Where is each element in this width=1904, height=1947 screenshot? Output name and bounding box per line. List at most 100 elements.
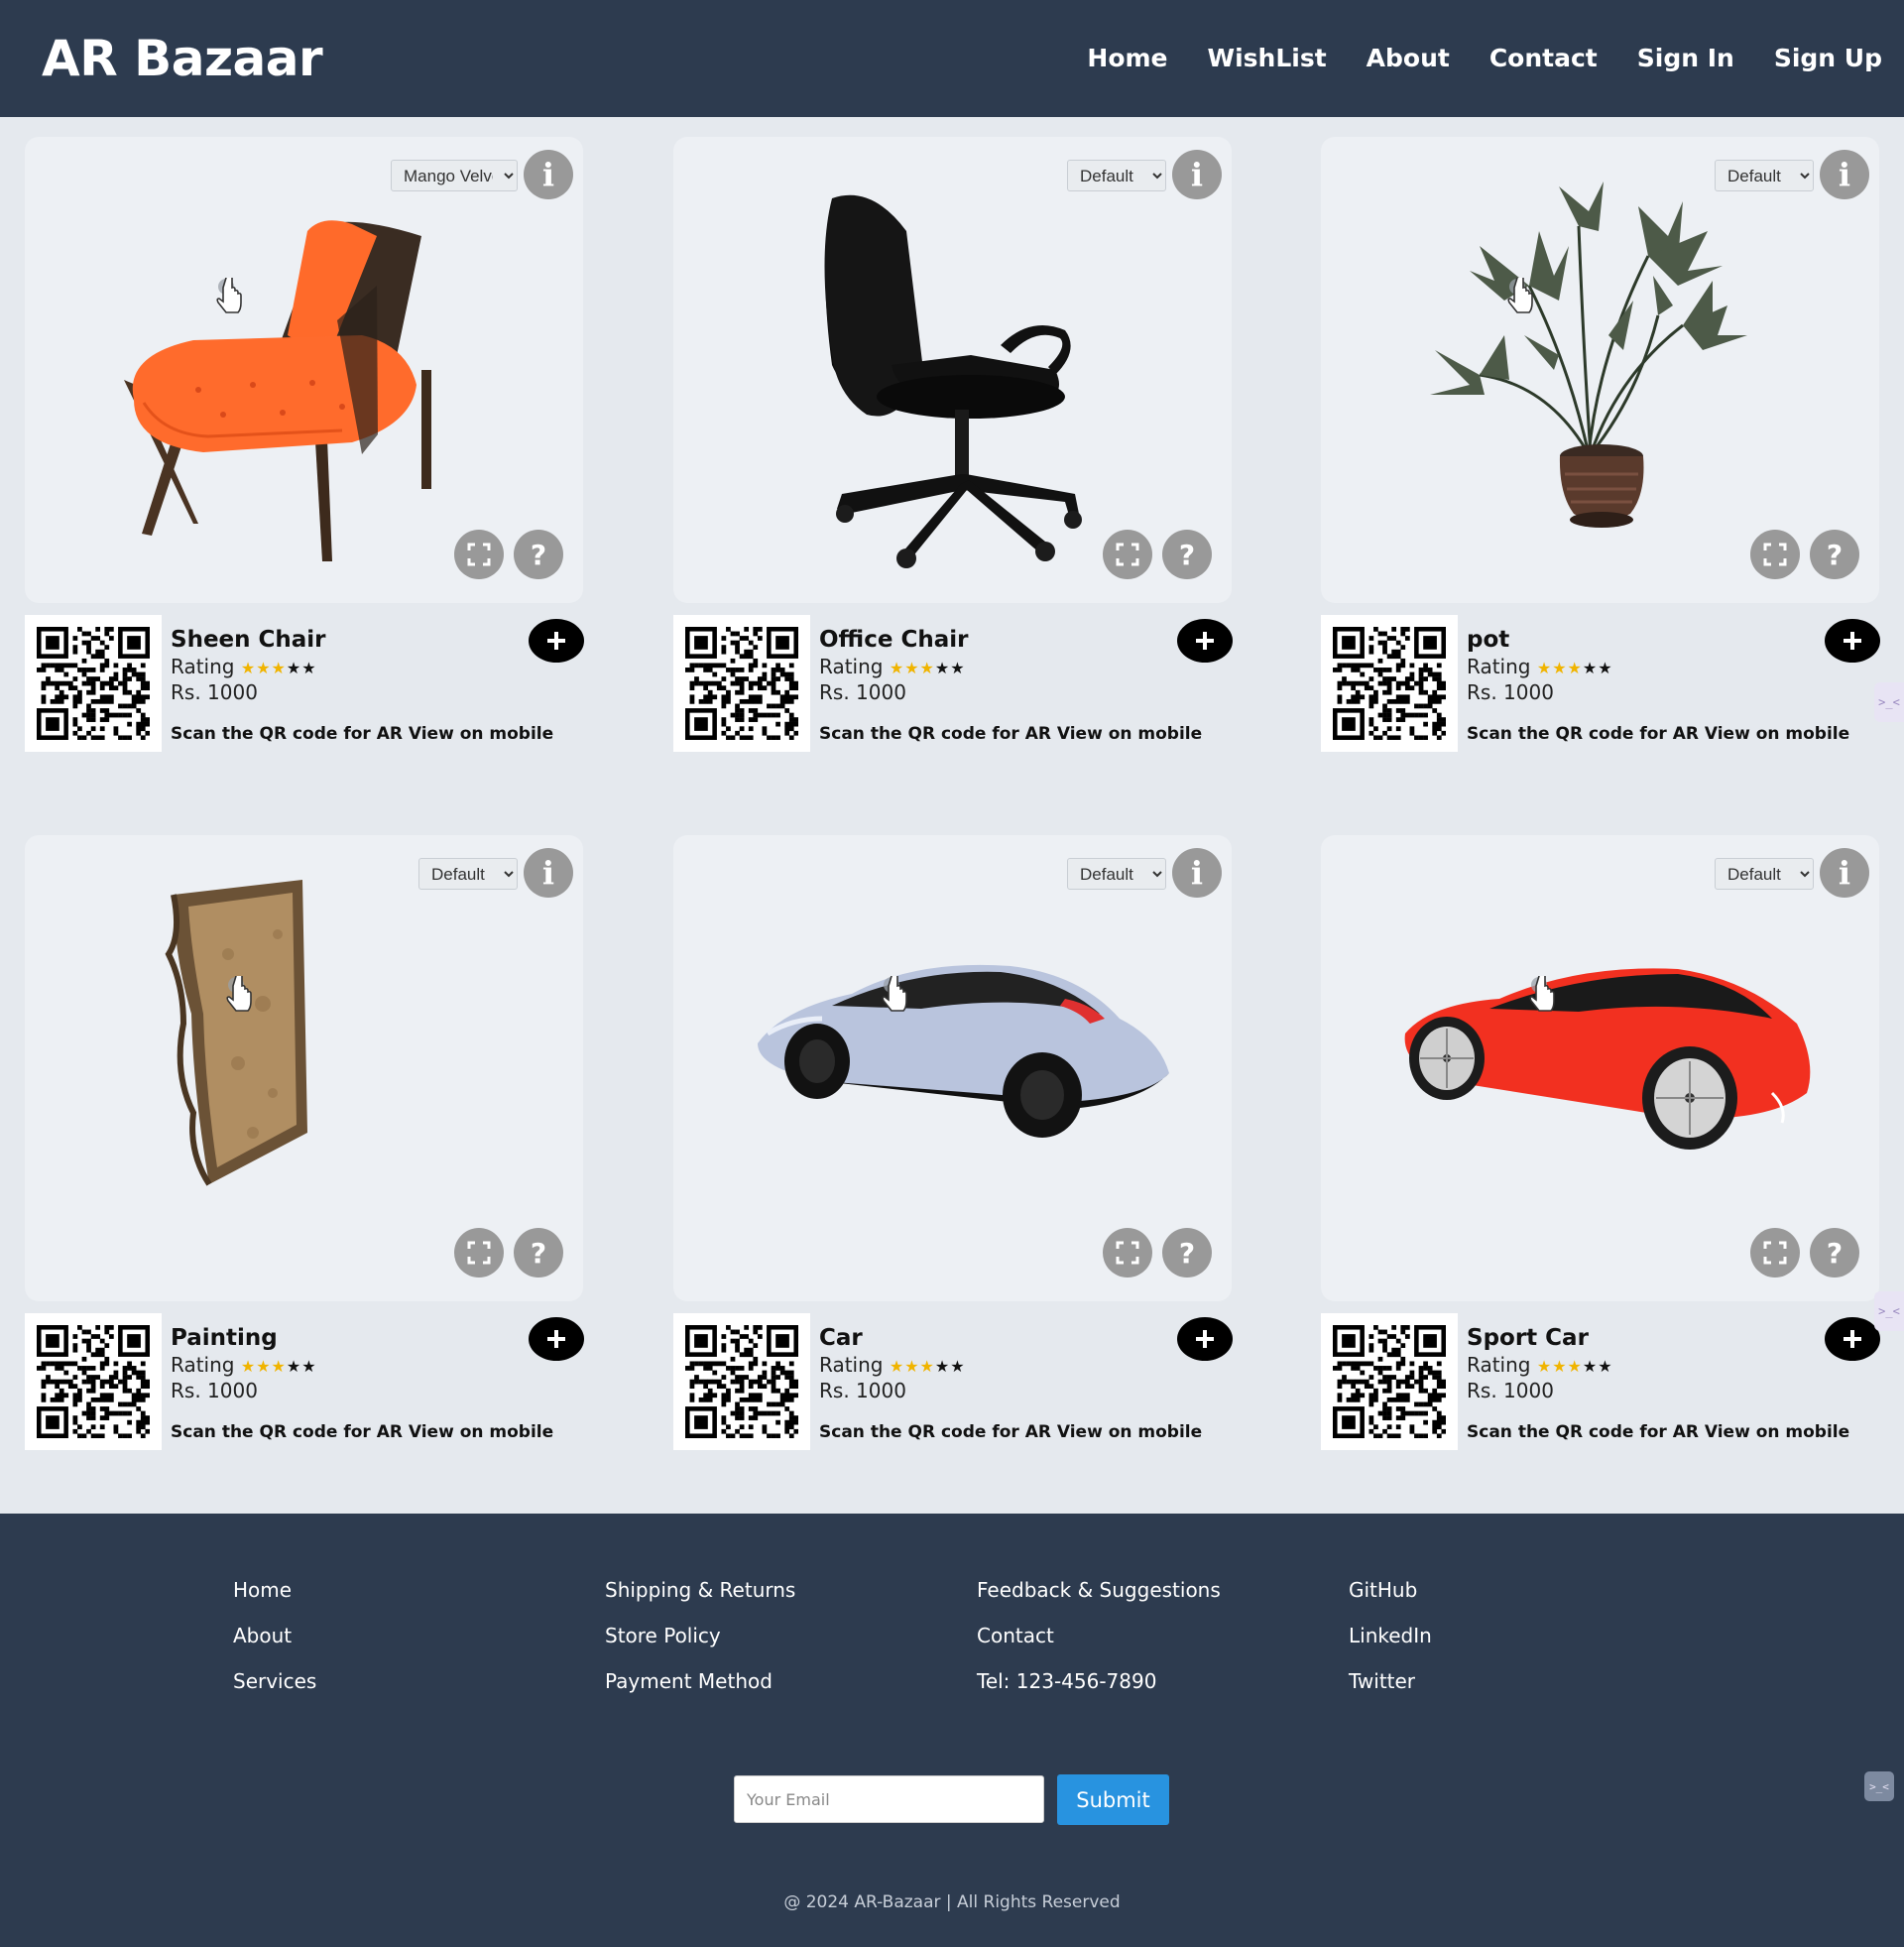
rating-stars-empty: ★★ [1582,659,1613,677]
nav-link-sign-up[interactable]: Sign Up [1774,44,1882,72]
product-name[interactable]: Car [819,1325,863,1351]
ar-model-viewer[interactable]: Default i ? [1321,137,1879,603]
newsletter-email-input[interactable] [734,1775,1044,1823]
variant-select[interactable]: Default [1067,160,1166,191]
product-price: Rs. 1000 [171,680,258,704]
help-button[interactable]: ? [514,1228,563,1278]
product-price: Rs. 1000 [819,680,906,704]
rating-label: Rating [171,1353,235,1377]
info-button[interactable]: i [524,848,573,898]
footer-link-twitter[interactable]: Twitter [1349,1668,1432,1694]
rating-stars-empty: ★★ [934,1357,966,1376]
nav-link-about[interactable]: About [1367,44,1450,72]
product-name[interactable]: Office Chair [819,627,968,653]
footer-link-shipping[interactable]: Shipping & Returns [605,1577,795,1603]
variant-select[interactable]: Default [418,858,518,890]
rating-stars-filled: ★★★ [1536,659,1583,677]
footer-link-home[interactable]: Home [233,1577,316,1603]
drag-hint-hand-icon [1526,972,1560,1016]
product-name[interactable]: Sport Car [1467,1325,1589,1351]
scan-qr-hint: Scan the QR code for AR View on mobile [171,724,554,744]
footer-link-store-policy[interactable]: Store Policy [605,1623,795,1648]
variant-select[interactable]: Default [1715,160,1814,191]
fullscreen-button[interactable] [454,530,504,579]
fullscreen-button[interactable] [1750,1228,1800,1278]
ar-model-viewer[interactable]: Mango Velvet i ? [25,137,583,603]
scan-qr-hint: Scan the QR code for AR View on mobile [171,1422,554,1442]
side-assistant-tab[interactable]: >_< [1874,1291,1904,1331]
product-price: Rs. 1000 [171,1379,258,1402]
rating-stars-empty: ★★ [934,659,966,677]
product-name[interactable]: Painting [171,1325,278,1351]
ar-model-viewer[interactable]: Default i ? [673,835,1232,1301]
footer-column-social: GitHub LinkedIn Twitter [1349,1577,1432,1694]
potted-plant-model[interactable] [1321,137,1879,603]
rating-label: Rating [819,1353,884,1377]
info-button[interactable]: i [524,150,573,199]
drag-hint-hand-icon [879,972,912,1016]
ar-model-viewer[interactable]: Default i ? [25,835,583,1301]
help-button[interactable]: ? [1162,530,1212,579]
footer-link-github[interactable]: GitHub [1349,1577,1432,1603]
ar-qr-code [673,1313,810,1450]
footer-link-about[interactable]: About [233,1623,316,1648]
ar-model-viewer[interactable]: Default i ? [1321,835,1879,1301]
rating-label: Rating [1467,655,1531,678]
plus-icon [1844,632,1861,650]
newsletter-submit-button[interactable]: Submit [1057,1774,1169,1825]
footer: Home About Services Shipping & Returns S… [0,1514,1904,1947]
footer-link-contact[interactable]: Contact [977,1623,1221,1648]
product-rating: Rating ★★★★★ [171,655,317,678]
add-to-wishlist-button[interactable] [1177,1317,1233,1361]
framed-painting-model[interactable] [25,835,583,1301]
add-to-wishlist-button[interactable] [1177,619,1233,663]
help-button[interactable]: ? [1162,1228,1212,1278]
add-to-wishlist-button[interactable] [1825,1317,1880,1361]
variant-select[interactable]: Default [1715,858,1814,890]
side-assistant-tab[interactable]: >_< [1874,682,1904,722]
ar-model-viewer[interactable]: Default i ? [673,137,1232,603]
add-to-wishlist-button[interactable] [1825,619,1880,663]
product-rating: Rating ★★★★★ [819,655,966,678]
drag-hint-hand-icon [213,274,247,317]
fullscreen-button[interactable] [1103,530,1152,579]
red-sport-car-model[interactable] [1321,835,1879,1301]
nav-link-wishlist[interactable]: WishList [1208,44,1327,72]
footer-link-feedback[interactable]: Feedback & Suggestions [977,1577,1221,1603]
variant-select[interactable]: Default [1067,858,1166,890]
variant-select[interactable]: Mango Velvet [391,160,518,191]
nav-link-contact[interactable]: Contact [1489,44,1598,72]
floating-assistant-button[interactable]: >_< [1864,1771,1894,1801]
info-button[interactable]: i [1172,848,1222,898]
ar-qr-code [1321,615,1458,752]
help-button[interactable]: ? [514,530,563,579]
fullscreen-button[interactable] [454,1228,504,1278]
product-price: Rs. 1000 [819,1379,906,1402]
orange-velvet-chair-model[interactable] [25,137,583,603]
nav-link-home[interactable]: Home [1087,44,1167,72]
ar-qr-code [1321,1313,1458,1450]
product-name[interactable]: Sheen Chair [171,627,326,653]
add-to-wishlist-button[interactable] [529,619,584,663]
footer-link-linkedin[interactable]: LinkedIn [1349,1623,1432,1648]
silver-concept-car-model[interactable] [673,835,1232,1301]
plus-icon [1196,1330,1214,1348]
help-button[interactable]: ? [1810,1228,1859,1278]
info-button[interactable]: i [1172,150,1222,199]
info-button[interactable]: i [1820,150,1869,199]
add-to-wishlist-button[interactable] [529,1317,584,1361]
black-office-chair-model[interactable] [673,137,1232,603]
fullscreen-button[interactable] [1750,530,1800,579]
nav-link-sign-in[interactable]: Sign In [1637,44,1734,72]
product-name[interactable]: pot [1467,627,1509,653]
rating-stars-filled: ★★★ [1536,1357,1583,1376]
footer-phone[interactable]: Tel: 123-456-7890 [977,1668,1221,1694]
fullscreen-icon [467,543,491,566]
brand-logo[interactable]: AR Bazaar [42,30,323,87]
fullscreen-button[interactable] [1103,1228,1152,1278]
info-button[interactable]: i [1820,848,1869,898]
help-button[interactable]: ? [1810,530,1859,579]
rating-label: Rating [171,655,235,678]
footer-link-payment[interactable]: Payment Method [605,1668,795,1694]
footer-link-services[interactable]: Services [233,1668,316,1694]
